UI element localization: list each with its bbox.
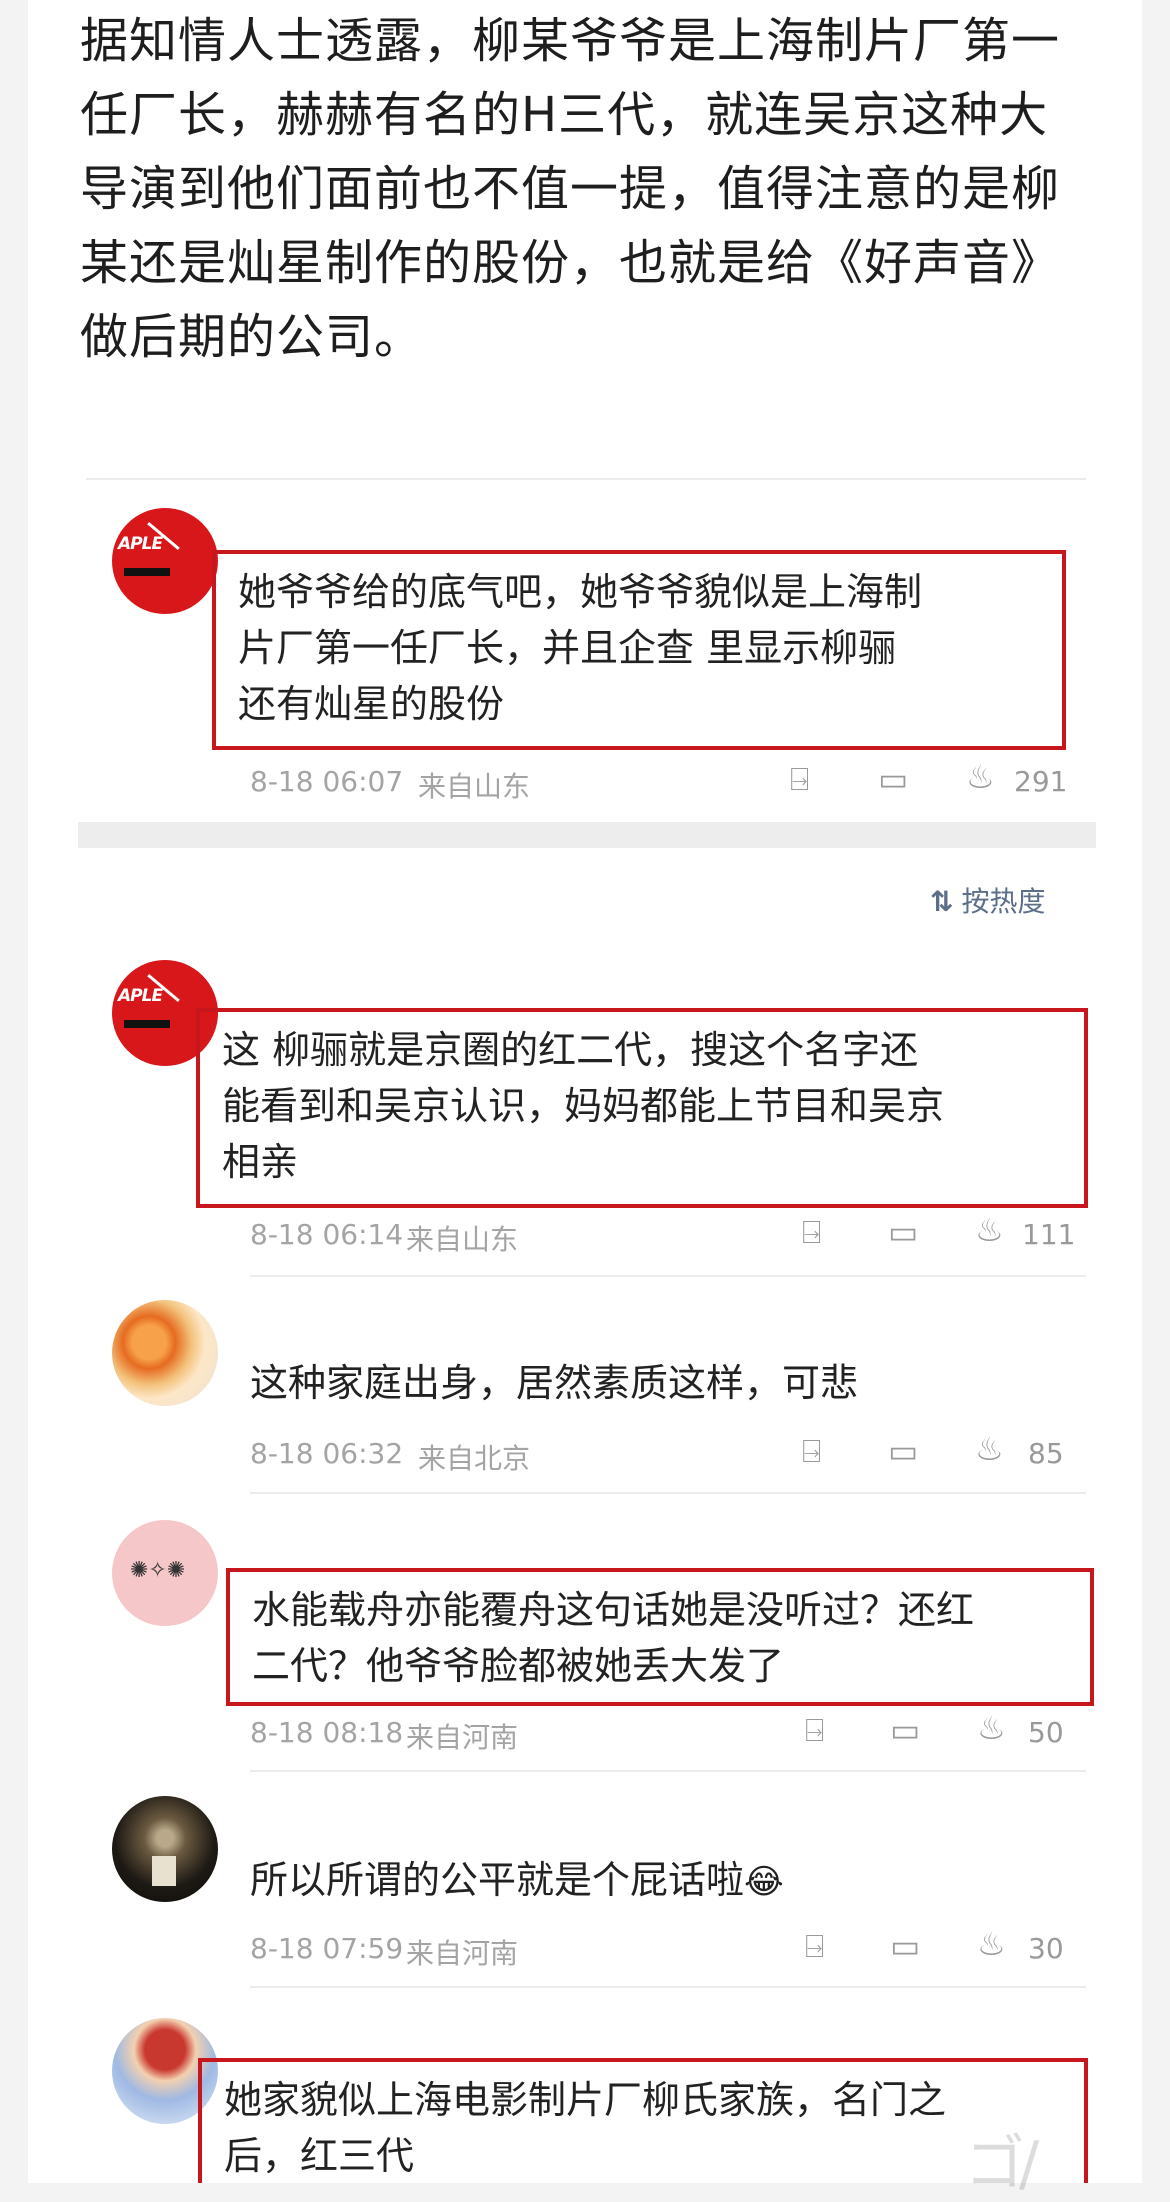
article-line: 做后期的公司。 bbox=[80, 309, 424, 365]
avatar-doodle: ✺✧✺ bbox=[130, 1558, 186, 1583]
like-count: 85 bbox=[1028, 1437, 1064, 1470]
avatar[interactable] bbox=[112, 1300, 218, 1406]
watermark: ゴ∕ bbox=[965, 2129, 1039, 2199]
comment-line: 二代？他爷爷脸都被她丢大发了 bbox=[252, 1644, 785, 1688]
sort-icon: ⇅ bbox=[930, 885, 954, 918]
comment-line: 她家貌似上海电影制片厂柳氏家族，名门之 bbox=[224, 2078, 947, 2122]
comment-line: 相亲 bbox=[222, 1140, 299, 1184]
reply-icon[interactable]: ▭ bbox=[890, 1711, 920, 1749]
comment-time: 8-18 08:18 bbox=[250, 1716, 404, 1749]
divider bbox=[250, 1770, 1086, 1772]
article-line: 任厂长，赫赫有名的H三代，就连吴京这种大 bbox=[80, 87, 1049, 143]
avatar[interactable] bbox=[112, 1796, 218, 1902]
article-line: 据知情人士透露，柳某爷爷是上海制片厂第一 bbox=[80, 13, 1061, 69]
article-text: 据知情人士透露，柳某爷爷是上海制片厂第一 任厂长，赫赫有名的H三代，就连吴京这种… bbox=[80, 0, 1090, 374]
reply-icon[interactable]: ▭ bbox=[888, 1432, 918, 1470]
comment-box[interactable]: 她爷爷给的底气吧，她爷爷貌似是上海制 片厂第一任厂长，并且企查 里显示柳骊 还有… bbox=[212, 550, 1066, 750]
comment-line: 还有灿星的股份 bbox=[238, 682, 505, 726]
comment-line: 后，红三代 bbox=[224, 2134, 415, 2178]
like-count: 291 bbox=[1014, 765, 1068, 798]
reply-icon[interactable]: ▭ bbox=[890, 1927, 920, 1965]
sort-by-hot[interactable]: ⇅ 按热度 bbox=[930, 880, 1045, 920]
reply-icon[interactable]: ▭ bbox=[888, 1213, 918, 1251]
like-flame-icon[interactable]: ♨ bbox=[966, 758, 995, 796]
comment-line: 所以所谓的公平就是个屁话啦 bbox=[250, 1858, 745, 1902]
like-count: 50 bbox=[1028, 1716, 1064, 1749]
laughing-emoji-icon: 😂 bbox=[744, 1862, 784, 1902]
article-line: 某还是灿星制作的股份，也就是给《好声音》 bbox=[80, 235, 1061, 291]
avatar-brand-text: APLE bbox=[118, 986, 163, 1006]
like-flame-icon[interactable]: ♨ bbox=[975, 1211, 1004, 1249]
comment-line: 能看到和吴京认识，妈妈都能上节目和吴京 bbox=[222, 1084, 945, 1128]
comment-line: 这 柳骊就是京圈的红二代，搜这个名字还 bbox=[222, 1028, 919, 1072]
comment-text: 所以所谓的公平就是个屁话啦😂 bbox=[250, 1852, 784, 1910]
divider bbox=[250, 1275, 1086, 1277]
like-flame-icon[interactable]: ♨ bbox=[977, 1709, 1006, 1747]
comment-box[interactable]: 水能载舟亦能覆舟这句话她是没听过？还红 二代？他爷爷脸都被她丢大发了 bbox=[226, 1568, 1094, 1706]
share-icon[interactable]: ⍈ bbox=[790, 760, 809, 799]
like-count: 30 bbox=[1028, 1932, 1064, 1965]
share-icon[interactable]: ⍈ bbox=[802, 1213, 821, 1252]
share-icon[interactable]: ⍈ bbox=[805, 1927, 824, 1966]
share-icon[interactable]: ⍈ bbox=[802, 1432, 821, 1471]
reply-icon[interactable]: ▭ bbox=[878, 760, 908, 798]
avatar-figure bbox=[152, 1856, 176, 1886]
comment-box[interactable]: 这 柳骊就是京圈的红二代，搜这个名字还 能看到和吴京认识，妈妈都能上节目和吴京 … bbox=[196, 1008, 1088, 1208]
comment-line: 水能载舟亦能覆舟这句话她是没听过？还红 bbox=[252, 1588, 975, 1632]
like-count: 111 bbox=[1022, 1218, 1076, 1251]
share-icon[interactable]: ⍈ bbox=[805, 1711, 824, 1750]
comment-line: 片厂第一任厂长，并且企查 里显示柳骊 bbox=[238, 626, 897, 670]
divider bbox=[250, 1492, 1086, 1494]
comment-time: 8-18 06:07 bbox=[250, 765, 404, 798]
like-flame-icon[interactable]: ♨ bbox=[975, 1430, 1004, 1468]
divider bbox=[86, 478, 1086, 480]
divider bbox=[250, 1986, 1086, 1988]
avatar[interactable]: APLE bbox=[112, 508, 218, 614]
comment-location: 来自山东 bbox=[406, 1223, 519, 1256]
like-flame-icon[interactable]: ♨ bbox=[977, 1925, 1006, 1963]
comment-box[interactable]: 她家貌似上海电影制片厂柳氏家族，名门之 后，红三代 bbox=[198, 2058, 1088, 2183]
comment-location: 来自北京 bbox=[418, 1442, 531, 1475]
avatar[interactable]: ✺✧✺ bbox=[112, 1520, 218, 1626]
comment-time: 8-18 06:14 bbox=[250, 1218, 404, 1251]
comment-time: 8-18 06:32 bbox=[250, 1437, 404, 1470]
article-line: 导演到他们面前也不值一提，值得注意的是柳 bbox=[80, 161, 1061, 217]
section-separator bbox=[78, 822, 1096, 848]
comment-line: 她爷爷给的底气吧，她爷爷貌似是上海制 bbox=[238, 570, 923, 614]
comment-location: 来自河南 bbox=[406, 1721, 519, 1754]
avatar-bar bbox=[124, 568, 170, 576]
sort-label: 按热度 bbox=[961, 885, 1046, 918]
avatar-brand-text: APLE bbox=[118, 534, 163, 554]
comment-time: 8-18 07:59 bbox=[250, 1932, 404, 1965]
comment-text: 这种家庭出身，居然素质这样，可悲 bbox=[250, 1355, 858, 1411]
comment-location: 来自河南 bbox=[406, 1937, 519, 1970]
avatar-bar bbox=[124, 1020, 170, 1028]
comment-location: 来自山东 bbox=[418, 770, 531, 803]
comment-line: 这种家庭出身，居然素质这样，可悲 bbox=[250, 1361, 859, 1405]
